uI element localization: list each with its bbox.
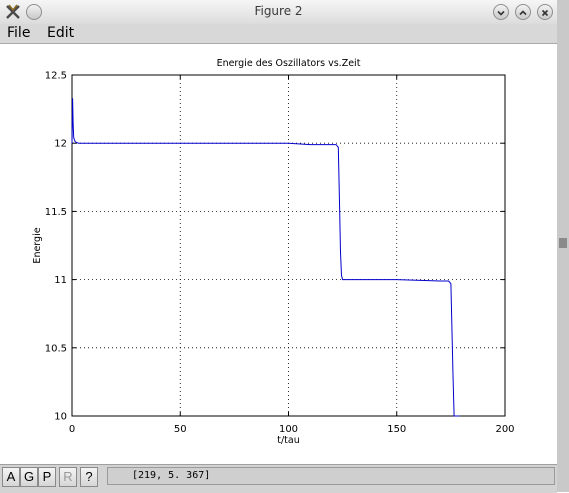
window-title: Figure 2 bbox=[254, 4, 303, 18]
y-axis-label: Energie bbox=[32, 227, 43, 263]
coordinate-readout: [219, 5. 367] bbox=[107, 467, 555, 485]
chart-title: Energie des Oszillators vs.Zeit bbox=[217, 58, 361, 69]
chevron-down-icon bbox=[497, 10, 505, 16]
x-tick-label: 200 bbox=[495, 424, 514, 435]
y-tick-label: 11.5 bbox=[45, 207, 67, 218]
toolbar: A G P R ? [219, 5. 367] bbox=[0, 464, 557, 493]
chevron-up-icon bbox=[519, 10, 527, 16]
y-tick-label: 10 bbox=[54, 412, 67, 423]
desktop-edge-handle bbox=[559, 238, 567, 248]
menu-file[interactable]: File bbox=[7, 25, 30, 41]
help-button[interactable]: ? bbox=[80, 467, 98, 487]
plot-area bbox=[71, 74, 506, 417]
menu-edit[interactable]: Edit bbox=[47, 25, 74, 41]
y-tick-label: 12 bbox=[54, 139, 67, 150]
menu-bar: File Edit bbox=[0, 24, 557, 44]
figure-window: Figure 2 File Edit 0 50 100 150 200 10 10.5 11 1… bbox=[0, 0, 557, 493]
title-bar[interactable]: Figure 2 bbox=[0, 0, 557, 25]
y-tick-label: 10.5 bbox=[45, 343, 67, 354]
x-axis-label: t/tau bbox=[277, 435, 300, 446]
y-tick-label: 11 bbox=[54, 275, 67, 286]
x-tick-label: 100 bbox=[279, 424, 298, 435]
close-button[interactable] bbox=[537, 4, 553, 20]
replot-button[interactable]: R bbox=[59, 467, 77, 487]
x-tick-label: 0 bbox=[69, 424, 75, 435]
print-button[interactable]: P bbox=[38, 467, 56, 487]
minimize-button[interactable] bbox=[493, 4, 509, 20]
autoscale-button[interactable]: A bbox=[2, 467, 20, 487]
x-tick-label: 150 bbox=[387, 424, 406, 435]
plot-canvas[interactable]: 0 50 100 150 200 10 10.5 11 11.5 12 12.5 Energie d… bbox=[0, 44, 557, 464]
grid-button[interactable]: G bbox=[20, 467, 38, 487]
maximize-button[interactable] bbox=[515, 4, 531, 20]
desktop-edge bbox=[557, 0, 569, 492]
y-tick-label: 12.5 bbox=[45, 71, 67, 82]
x-tick-label: 50 bbox=[174, 424, 187, 435]
close-icon bbox=[541, 9, 549, 17]
energy-chart: 0 50 100 150 200 10 10.5 11 11.5 12 12.5 Energie d… bbox=[32, 58, 515, 446]
